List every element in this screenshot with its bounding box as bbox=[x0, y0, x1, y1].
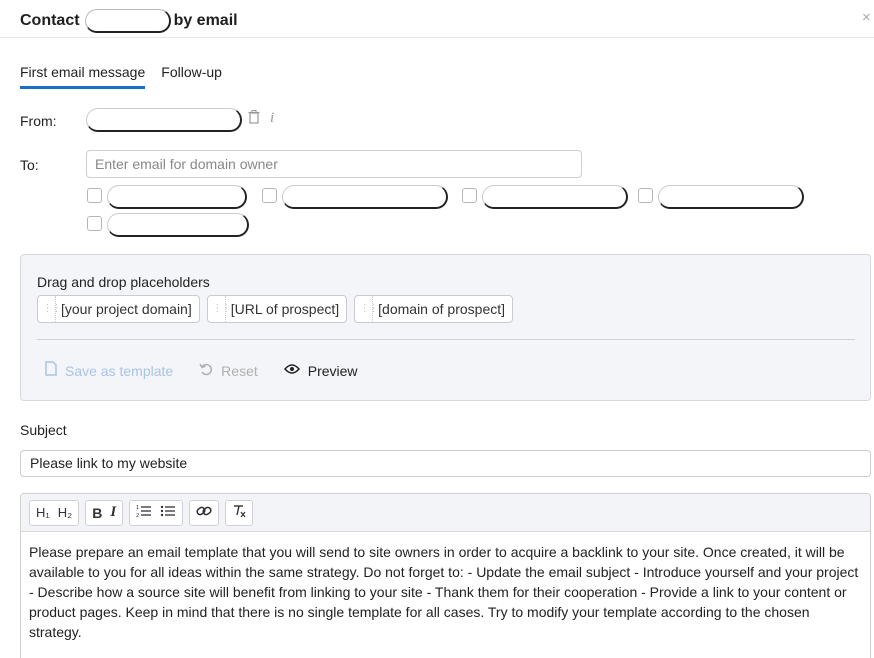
recipient-checkbox[interactable] bbox=[87, 188, 102, 203]
recipient-checkbox[interactable] bbox=[462, 188, 477, 203]
eye-icon bbox=[283, 362, 300, 379]
placeholder-chip-project-domain[interactable]: ⋮⋮ [your project domain] bbox=[37, 295, 200, 323]
title-suffix: by email bbox=[173, 12, 238, 29]
reset-button[interactable]: Reset bbox=[199, 362, 258, 380]
svg-text:1: 1 bbox=[136, 505, 139, 511]
link-group bbox=[189, 499, 220, 526]
list-group: 12 bbox=[129, 499, 184, 526]
subject-input[interactable]: Please link to my website bbox=[20, 450, 871, 477]
placeholders-panel: Drag and drop placeholders ⋮⋮ [your proj… bbox=[20, 254, 871, 401]
heading-2-button[interactable]: H₂ bbox=[58, 505, 72, 520]
heading-1-button[interactable]: H₁ bbox=[36, 505, 50, 520]
recipient-checkbox[interactable] bbox=[87, 216, 102, 231]
svg-text:2: 2 bbox=[136, 513, 139, 518]
to-label: To: bbox=[20, 157, 39, 173]
recipient-email bbox=[482, 185, 628, 209]
placeholder-chip-url-prospect[interactable]: ⋮⋮ [URL of prospect] bbox=[206, 295, 348, 323]
tab-follow-up[interactable]: Follow-up bbox=[161, 64, 222, 89]
close-icon[interactable]: × bbox=[862, 9, 874, 26]
from-sender-select[interactable] bbox=[86, 108, 242, 132]
to-email-input[interactable]: Enter email for domain owner bbox=[86, 150, 582, 178]
recipient-email bbox=[107, 185, 247, 209]
preview-button[interactable]: Preview bbox=[283, 362, 358, 379]
subject-label: Subject bbox=[20, 422, 67, 438]
recipient-email bbox=[282, 185, 448, 209]
placeholder-chips: ⋮⋮ [your project domain] ⋮⋮ [URL of pros… bbox=[37, 295, 514, 323]
undo-icon bbox=[199, 362, 213, 380]
trash-icon[interactable] bbox=[248, 110, 260, 127]
bullet-list-icon[interactable] bbox=[160, 504, 176, 521]
redacted-domain bbox=[84, 9, 171, 33]
format-group: B I bbox=[85, 499, 124, 526]
message-tabs: First email message Follow-up bbox=[20, 64, 222, 89]
editor-toolbar: H₁ H₂ B I 12 bbox=[21, 494, 870, 532]
dialog-title: Contact by email bbox=[20, 9, 238, 33]
template-actions: Save as template Reset Preview bbox=[45, 361, 384, 380]
placeholders-divider bbox=[37, 339, 855, 340]
from-label: From: bbox=[20, 113, 57, 129]
placeholders-title: Drag and drop placeholders bbox=[37, 274, 210, 290]
title-prefix: Contact bbox=[20, 12, 80, 29]
info-icon[interactable]: i bbox=[270, 110, 274, 127]
bold-button[interactable]: B bbox=[92, 505, 102, 521]
placeholder-chip-domain-prospect[interactable]: ⋮⋮ [domain of prospect] bbox=[354, 295, 514, 323]
email-body-text[interactable]: Please prepare an email template that yo… bbox=[21, 532, 870, 642]
ordered-list-icon[interactable]: 12 bbox=[136, 504, 152, 521]
dialog-header: Contact by email × bbox=[0, 0, 874, 38]
drag-handle-icon[interactable]: ⋮⋮ bbox=[38, 296, 62, 322]
clear-format-icon[interactable] bbox=[232, 504, 246, 521]
recipient-checkbox[interactable] bbox=[638, 188, 653, 203]
recipient-email bbox=[658, 185, 804, 209]
email-body-editor[interactable]: H₁ H₂ B I 12 Please prepare an email tem… bbox=[20, 493, 871, 658]
recipient-checkbox[interactable] bbox=[262, 188, 277, 203]
tab-first-email[interactable]: First email message bbox=[20, 64, 146, 89]
save-template-button[interactable]: Save as template bbox=[45, 361, 173, 380]
italic-button[interactable]: I bbox=[110, 504, 116, 521]
drag-handle-icon[interactable]: ⋮⋮ bbox=[355, 296, 379, 322]
clear-format-group bbox=[225, 499, 254, 526]
drag-handle-icon[interactable]: ⋮⋮ bbox=[208, 296, 231, 322]
heading-group: H₁ H₂ bbox=[29, 499, 80, 526]
recipient-email bbox=[107, 213, 249, 237]
link-icon[interactable] bbox=[196, 504, 212, 521]
document-icon bbox=[45, 361, 57, 380]
